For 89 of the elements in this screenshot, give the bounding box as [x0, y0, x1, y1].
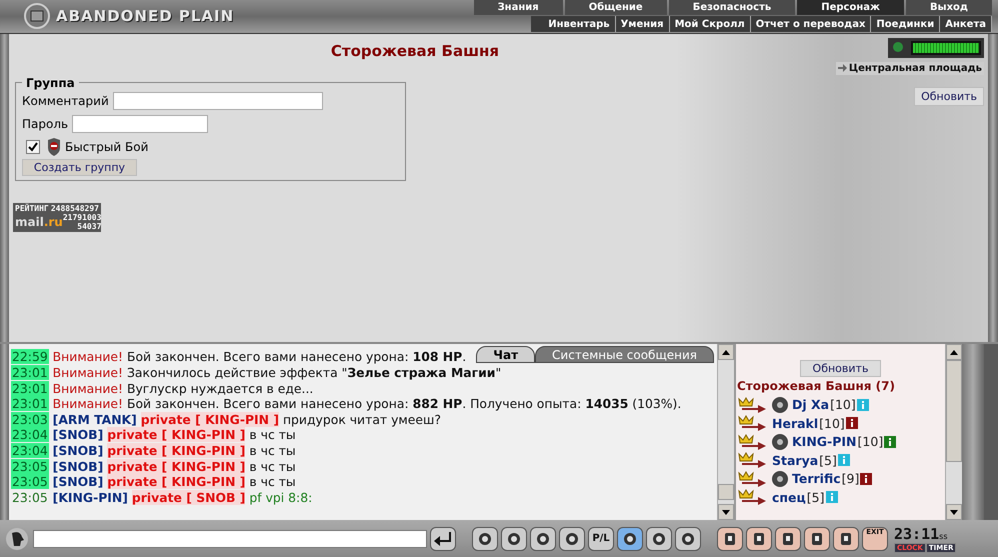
scrollbar[interactable]: [945, 344, 962, 520]
chat-message: 23:01 Внимание! Закончилось действие эффекта "Зелье стража Магии": [10, 364, 502, 381]
chat-message: 23:01 Внимание! Бой закончен. Всего вами нанесено урона: 882 HP. Получено опыта: 14035 (103%).: [10, 396, 682, 412]
user-name[interactable]: спец: [772, 490, 806, 505]
shield-icon: [47, 138, 61, 156]
submenu-link[interactable]: Мой Скролл: [670, 16, 751, 32]
scrollbar[interactable]: [717, 344, 734, 520]
user-level: [9]: [842, 471, 860, 486]
toolbar-button[interactable]: [775, 526, 801, 551]
group-legend: Группа: [22, 76, 79, 90]
crown-arrow-icon[interactable]: [738, 434, 768, 450]
chat-tab[interactable]: Системные сообщения: [535, 346, 714, 364]
crown-arrow-icon[interactable]: [738, 489, 768, 506]
text-field[interactable]: [72, 115, 208, 134]
toolbar-button[interactable]: [746, 526, 772, 551]
chat-input-field[interactable]: [33, 530, 427, 548]
submenu-link[interactable]: Поединки: [871, 16, 940, 32]
toolbar-button[interactable]: [472, 526, 498, 551]
scroll-thumb[interactable]: [718, 484, 734, 500]
counter-hits: 21791003: [62, 212, 102, 222]
submenu-link[interactable]: Анкета: [940, 16, 992, 32]
toolbar-button[interactable]: [617, 526, 643, 551]
menu-tab[interactable]: Безопасность: [668, 0, 796, 15]
text-field[interactable]: [112, 92, 323, 110]
user-name[interactable]: Dj Xa: [792, 397, 830, 412]
scroll-up-icon[interactable]: [950, 350, 958, 355]
user-name[interactable]: Herakl: [772, 416, 818, 431]
chat-message: 23:05 [KING-PIN] private [ SNOB ] pf vpi 8:8:: [11, 490, 314, 506]
crown-arrow-icon[interactable]: [738, 470, 768, 487]
crown-arrow-icon[interactable]: [738, 396, 768, 413]
menu-tab[interactable]: Выход: [906, 0, 992, 15]
user-name[interactable]: Starya: [772, 452, 818, 468]
scroll-thumb[interactable]: [946, 360, 962, 462]
chat-message: 23:04 [SNOB] private [ KING-PIN ] в чс ты: [10, 427, 297, 443]
toolbar-button[interactable]: [501, 526, 527, 551]
field-label: Пароль: [22, 117, 68, 132]
room-title: Сторожевая Башня (7): [737, 379, 896, 394]
toolbar-button[interactable]: [530, 526, 556, 551]
user-level: [10]: [819, 416, 845, 431]
chat-message: 23:03 [ARM TANK] private [ KING-PIN ] придурок читат умееш?: [10, 412, 442, 428]
crown-arrow-icon[interactable]: [738, 415, 768, 432]
menu-tab[interactable]: Общение: [564, 0, 667, 15]
submenu-link[interactable]: Инвентарь: [543, 16, 616, 32]
info-icon[interactable]: [884, 436, 896, 448]
user-level: [10]: [830, 397, 856, 412]
toolbar-button[interactable]: [559, 526, 585, 551]
field-label: Комментарий: [22, 94, 109, 108]
chat-message: 23:01 Внимание! Вуглускр нуждается в еде...: [10, 380, 314, 396]
game-logo: ABANDONED PLAIN: [56, 7, 234, 26]
info-icon[interactable]: [860, 472, 872, 485]
scroll-down-icon[interactable]: [950, 510, 958, 515]
create-group-button[interactable]: Создать группу: [22, 158, 137, 176]
chat-message: 23:04 [SNOB] private [ KING-PIN ] в чс ты: [10, 442, 297, 459]
chat-tab[interactable]: Чат: [476, 346, 536, 364]
submenu-link[interactable]: Отчет о переводах: [750, 16, 872, 32]
arrow-icon: [838, 64, 847, 72]
scroll-down-icon[interactable]: [722, 510, 730, 515]
user-level: [5]: [819, 452, 837, 468]
enter-icon: [434, 532, 452, 546]
send-button[interactable]: [430, 526, 456, 551]
toolbar-button[interactable]: [833, 526, 859, 551]
user-name[interactable]: KING-PIN: [792, 434, 857, 450]
menu-tab[interactable]: Знания: [474, 0, 563, 15]
toolbar-button[interactable]: [717, 526, 743, 551]
toolbar-button[interactable]: [646, 526, 672, 551]
refresh-button[interactable]: Обновить: [800, 360, 882, 378]
chat-message: 23:05 [SNOB] private [ KING-PIN ] в чс ты: [10, 458, 297, 474]
user-level: [10]: [858, 434, 884, 450]
private-log-button[interactable]: P/L: [588, 526, 614, 551]
crown-arrow-icon[interactable]: [738, 452, 768, 468]
user-name[interactable]: Terrific: [792, 471, 841, 486]
toolbar-button[interactable]: [804, 526, 830, 551]
scroll-up-icon[interactable]: [722, 350, 730, 355]
submenu-link[interactable]: Умения: [616, 16, 670, 32]
chat-message: 23:05 [SNOB] private [ KING-PIN ] в чс ты: [10, 474, 297, 490]
speaker-head-icon[interactable]: [4, 526, 30, 551]
user-level: [5]: [806, 490, 825, 505]
location-link[interactable]: Центральная площадь: [836, 62, 984, 75]
counter-brand: mail.ru: [15, 214, 63, 229]
checkbox[interactable]: [26, 140, 40, 154]
counter-hosts: 54037: [77, 222, 102, 231]
counter-label: РЕЙТИНГ: [15, 204, 49, 213]
refresh-button[interactable]: Обновить: [914, 86, 984, 106]
page-title: Сторожевая Башня: [330, 42, 500, 60]
checkbox-label: Быстрый Бой: [65, 140, 148, 154]
toolbar-button[interactable]: [675, 526, 701, 551]
counter-total: 2488548297: [50, 204, 99, 213]
menu-tab[interactable]: Персонаж: [797, 0, 904, 15]
info-icon[interactable]: [846, 417, 858, 430]
